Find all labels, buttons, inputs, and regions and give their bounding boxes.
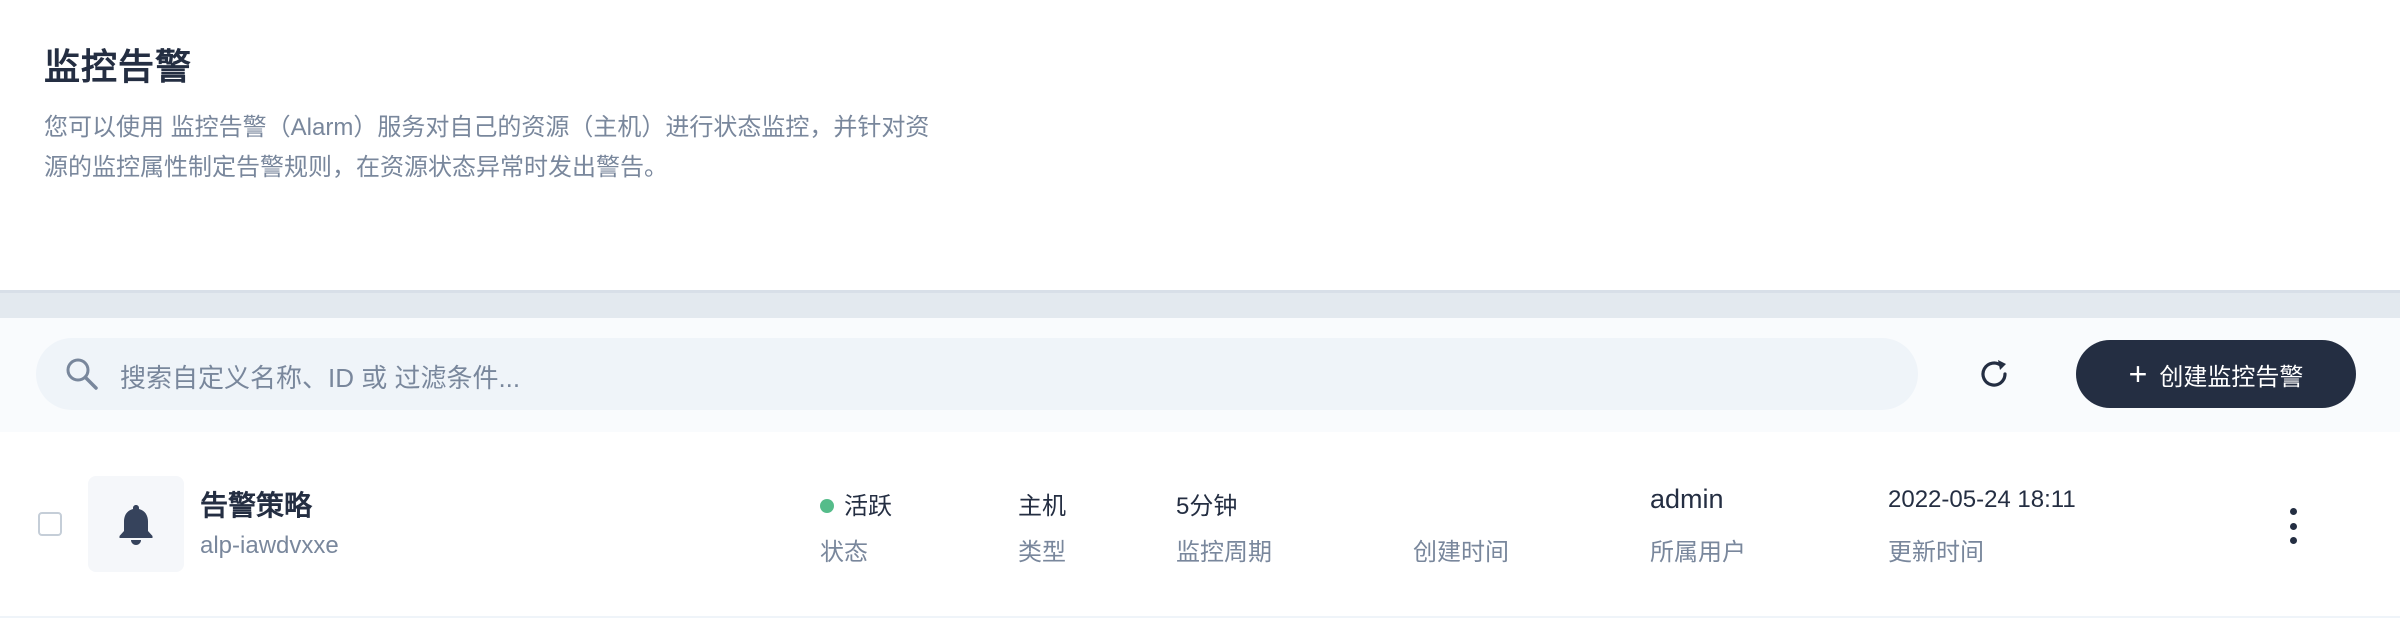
toolbar: 搜索自定义名称、ID 或 过滤条件... + 创建监控告警	[0, 318, 2400, 432]
created-label: 创建时间	[1413, 539, 1509, 566]
section-divider	[0, 290, 2400, 318]
updated-label: 更新时间	[1888, 539, 1984, 566]
user-value: admin	[1650, 484, 1724, 514]
page-title: 监控告警	[44, 46, 193, 87]
search-icon	[66, 358, 98, 390]
create-alarm-button[interactable]: + 创建监控告警	[2076, 340, 2356, 408]
row-avatar	[88, 476, 184, 572]
page-header: 监控告警 您可以使用 监控告警（Alarm）服务对自己的资源（主机）进行状态监控…	[0, 0, 2400, 290]
user-label: 所属用户	[1650, 539, 1746, 566]
row-name[interactable]: 告警策略	[200, 484, 312, 524]
updated-value: 2022-05-24 18:11	[1888, 486, 2076, 513]
refresh-icon[interactable]	[1974, 354, 2014, 394]
period-label: 监控周期	[1176, 539, 1272, 566]
row-checkbox[interactable]	[38, 512, 62, 536]
search-placeholder: 搜索自定义名称、ID 或 过滤条件...	[120, 363, 521, 393]
status-label: 状态	[820, 539, 868, 566]
type-label: 类型	[1018, 539, 1066, 566]
more-actions-icon[interactable]	[2290, 506, 2297, 546]
status-dot-icon	[820, 498, 834, 513]
search-input[interactable]: 搜索自定义名称、ID 或 过滤条件...	[36, 338, 1918, 410]
bell-icon	[119, 505, 153, 545]
type-value: 主机	[1018, 493, 1066, 520]
row-id: alp-iawdvxxe	[200, 532, 339, 559]
plus-icon: +	[2128, 356, 2148, 392]
period-value: 5分钟	[1176, 493, 1238, 520]
status-text: 活跃	[844, 493, 892, 520]
create-alarm-button-label: 创建监控告警	[2159, 363, 2304, 391]
status-value: 活跃	[820, 486, 892, 521]
page-description: 您可以使用 监控告警（Alarm）服务对自己的资源（主机）进行状态监控，并针对资…	[44, 114, 930, 181]
table-row[interactable]: 告警策略 alp-iawdvxxe 活跃 状态 主机 类型 5分钟 监控周期 创…	[0, 432, 2400, 618]
